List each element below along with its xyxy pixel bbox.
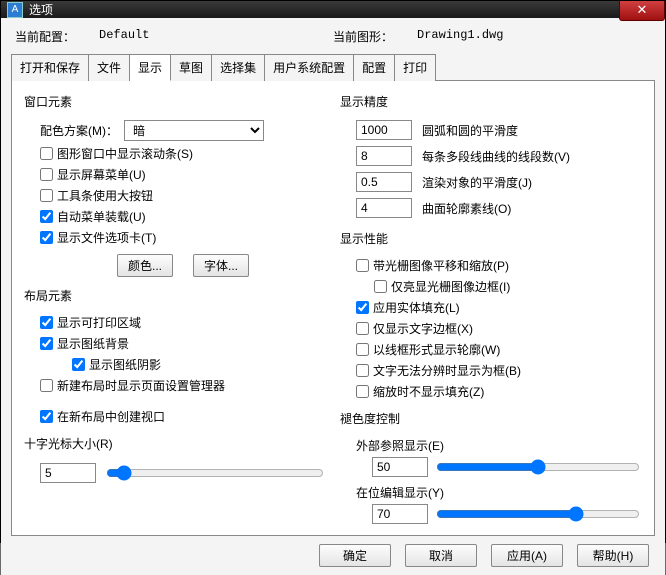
chk-screen-menu-label: 显示屏幕菜单(U) bbox=[57, 166, 146, 183]
chk-auto-menu-label: 自动菜单装载(U) bbox=[57, 208, 146, 225]
chk-new-layout-vp-label: 在新布局中创建视口 bbox=[57, 408, 165, 425]
chk-new-layout-vp[interactable] bbox=[40, 410, 53, 423]
xref-fade-label: 外部参照显示(E) bbox=[356, 437, 642, 454]
group-fade: 褪色度控制 bbox=[340, 410, 642, 427]
chk-solid-fill[interactable] bbox=[356, 301, 369, 314]
color-scheme-select[interactable]: 暗 bbox=[124, 120, 264, 141]
chk-auto-menu[interactable] bbox=[40, 210, 53, 223]
chk-raster-frame[interactable] bbox=[374, 280, 387, 293]
tab-print[interactable]: 打印 bbox=[395, 54, 436, 81]
group-precision: 显示精度 bbox=[340, 93, 642, 110]
color-button[interactable]: 颜色... bbox=[117, 254, 173, 277]
chk-solid-fill-label: 应用实体填充(L) bbox=[373, 299, 460, 316]
tab-config[interactable]: 配置 bbox=[354, 54, 395, 81]
chk-big-buttons[interactable] bbox=[40, 189, 53, 202]
current-drawing-label: 当前图形： bbox=[333, 28, 393, 45]
current-config-label: 当前配置： bbox=[15, 28, 75, 45]
current-drawing-value: Drawing1.dwg bbox=[417, 28, 503, 45]
chk-zoom-nofill-label: 缩放时不显示填充(Z) bbox=[373, 383, 484, 400]
cancel-button[interactable]: 取消 bbox=[405, 544, 477, 567]
close-icon[interactable]: ✕ bbox=[619, 1, 665, 21]
chk-paper-shadow-label: 显示图纸阴影 bbox=[89, 356, 161, 373]
xref-fade-input[interactable] bbox=[372, 457, 428, 477]
ok-button[interactable]: 确定 bbox=[319, 544, 391, 567]
chk-paper-bg-label: 显示图纸背景 bbox=[57, 335, 129, 352]
chk-wire-sil-label: 以线框形式显示轮廓(W) bbox=[373, 341, 500, 358]
chk-new-layout-mgr[interactable] bbox=[40, 379, 53, 392]
config-row: 当前配置： Default 当前图形： Drawing1.dwg bbox=[11, 24, 655, 53]
tab-draft[interactable]: 草图 bbox=[171, 54, 212, 81]
render-smooth-label: 渲染对象的平滑度(J) bbox=[422, 174, 642, 191]
arc-smooth-label: 圆弧和圆的平滑度 bbox=[422, 122, 642, 139]
color-scheme-label: 配色方案(M)： bbox=[40, 122, 118, 139]
inplace-fade-input[interactable] bbox=[372, 504, 428, 524]
chk-show-tabs-label: 显示文件选项卡(T) bbox=[57, 229, 156, 246]
window-title: 选项 bbox=[29, 1, 53, 18]
chk-text-illegible-label: 文字无法分辨时显示为框(B) bbox=[373, 362, 521, 379]
chk-text-frame[interactable] bbox=[356, 322, 369, 335]
inplace-fade-slider[interactable] bbox=[436, 505, 640, 523]
chk-raster-pan[interactable] bbox=[356, 259, 369, 272]
chk-screen-menu[interactable] bbox=[40, 168, 53, 181]
chk-print-area-label: 显示可打印区域 bbox=[57, 314, 141, 331]
chk-text-frame-label: 仅显示文字边框(X) bbox=[373, 320, 473, 337]
group-layout-elements: 布局元素 bbox=[24, 287, 326, 304]
tab-selection[interactable]: 选择集 bbox=[212, 54, 265, 81]
current-config-value: Default bbox=[99, 28, 149, 45]
chk-new-layout-mgr-label: 新建布局时显示页面设置管理器 bbox=[57, 377, 225, 394]
tab-file[interactable]: 文件 bbox=[89, 54, 130, 81]
arc-smooth-input[interactable] bbox=[356, 120, 412, 140]
apply-button[interactable]: 应用(A) bbox=[491, 544, 563, 567]
chk-scrollbar-label: 图形窗口中显示滚动条(S) bbox=[57, 145, 193, 162]
crosshair-slider[interactable] bbox=[106, 464, 324, 482]
app-icon: A bbox=[7, 2, 23, 18]
titlebar: A 选项 ✕ bbox=[1, 1, 665, 18]
chk-raster-frame-label: 仅亮显光栅图像边框(I) bbox=[391, 278, 510, 295]
polyline-seg-label: 每条多段线曲线的线段数(V) bbox=[422, 148, 642, 165]
polyline-seg-input[interactable] bbox=[356, 146, 412, 166]
chk-print-area[interactable] bbox=[40, 316, 53, 329]
help-button[interactable]: 帮助(H) bbox=[577, 544, 649, 567]
group-performance: 显示性能 bbox=[340, 230, 642, 247]
chk-text-illegible[interactable] bbox=[356, 364, 369, 377]
chk-zoom-nofill[interactable] bbox=[356, 385, 369, 398]
chk-wire-sil[interactable] bbox=[356, 343, 369, 356]
tabstrip: 打开和保存 文件 显示 草图 选择集 用户系统配置 配置 打印 bbox=[11, 53, 655, 81]
group-window-elements: 窗口元素 bbox=[24, 93, 326, 110]
group-crosshair: 十字光标大小(R) bbox=[24, 435, 326, 452]
crosshair-input[interactable] bbox=[40, 463, 96, 483]
tab-open-save[interactable]: 打开和保存 bbox=[11, 54, 89, 81]
render-smooth-input[interactable] bbox=[356, 172, 412, 192]
chk-scrollbar[interactable] bbox=[40, 147, 53, 160]
chk-paper-shadow[interactable] bbox=[72, 358, 85, 371]
chk-show-tabs[interactable] bbox=[40, 231, 53, 244]
tab-display[interactable]: 显示 bbox=[130, 54, 171, 81]
xref-fade-slider[interactable] bbox=[436, 458, 640, 476]
chk-paper-bg[interactable] bbox=[40, 337, 53, 350]
surface-contour-input[interactable] bbox=[356, 198, 412, 218]
tab-user-config[interactable]: 用户系统配置 bbox=[265, 54, 354, 81]
inplace-fade-label: 在位编辑显示(Y) bbox=[356, 484, 642, 501]
chk-big-buttons-label: 工具条使用大按钮 bbox=[57, 187, 153, 204]
chk-raster-pan-label: 带光栅图像平移和缩放(P) bbox=[373, 257, 509, 274]
surface-contour-label: 曲面轮廓素线(O) bbox=[422, 200, 642, 217]
font-button[interactable]: 字体... bbox=[193, 254, 249, 277]
